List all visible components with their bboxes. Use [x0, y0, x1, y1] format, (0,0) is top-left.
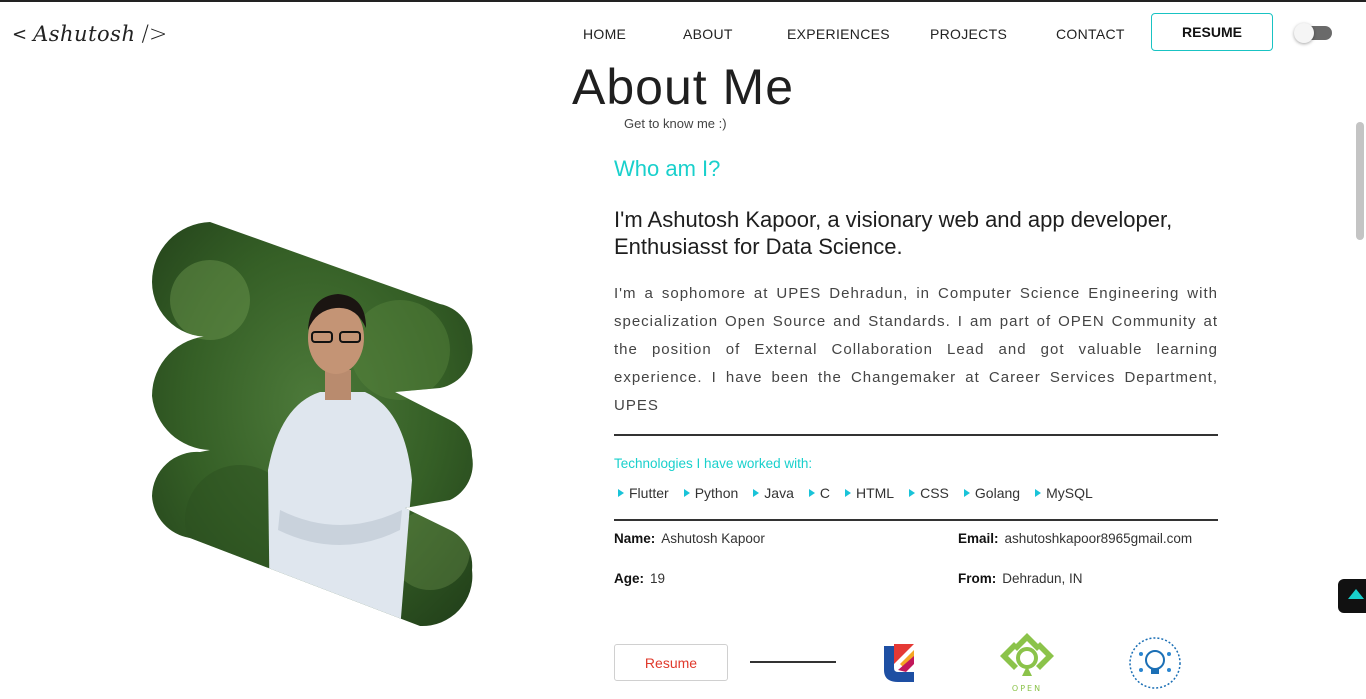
theme-toggle[interactable] — [1294, 23, 1332, 43]
page-subtitle: Get to know me :) — [624, 116, 727, 131]
info-age: Age: 19 — [614, 571, 666, 586]
tech-item: C — [805, 485, 830, 501]
logo-right-slash: /> — [141, 21, 168, 47]
bio-paragraph: I'm a sophomore at UPES Dehradun, in Com… — [614, 285, 1218, 414]
nav-home[interactable]: HOME — [583, 26, 626, 42]
divider — [614, 519, 1218, 521]
nav-about[interactable]: ABOUT — [683, 26, 733, 42]
divider — [614, 434, 1218, 436]
triangle-bullet-icon — [963, 488, 970, 497]
logo-name: Ashutosh — [33, 22, 136, 46]
info-email: Email: ashutoshkapoor8965gmail.com — [958, 531, 1193, 546]
resume-button[interactable]: Resume — [614, 644, 728, 681]
upes-logo — [884, 644, 914, 682]
navbar: < Ashutosh /> HOME ABOUT EXPERIENCES PRO… — [0, 2, 1366, 66]
tech-item: HTML — [841, 485, 894, 501]
lightbulb-logo — [1129, 637, 1181, 689]
tech-item: MySQL — [1031, 485, 1093, 501]
connector-line — [750, 661, 836, 663]
nav-experiences[interactable]: EXPERIENCES — [787, 26, 890, 42]
technologies-heading: Technologies I have worked with: — [614, 455, 813, 471]
nav-projects[interactable]: PROJECTS — [930, 26, 1007, 42]
scrollbar-thumb[interactable] — [1356, 122, 1364, 240]
who-am-i-heading: Who am I? — [614, 156, 721, 181]
tech-item: Flutter — [614, 485, 669, 501]
technologies-list: Flutter Python Java C HTML CSS Golang My… — [614, 485, 1218, 501]
arrow-up-icon — [1348, 589, 1364, 599]
logo-left-chevron: < — [12, 23, 28, 45]
info-name: Name: Ashutosh Kapoor — [614, 531, 765, 546]
triangle-bullet-icon — [618, 488, 624, 497]
tech-item: Python — [680, 485, 738, 501]
tech-item: CSS — [905, 485, 949, 501]
back-to-top-button[interactable] — [1338, 579, 1366, 613]
triangle-bullet-icon — [844, 488, 851, 497]
nav-contact[interactable]: CONTACT — [1056, 26, 1125, 42]
info-from: From: Dehradun, IN — [958, 571, 1083, 586]
tech-item: Java — [749, 485, 794, 501]
toggle-knob — [1294, 23, 1314, 43]
headline: I'm Ashutosh Kapoor, a visionary web and… — [614, 207, 1173, 259]
about-content: Who am I? I'm Ashutosh Kapoor, a visiona… — [614, 152, 1218, 501]
site-logo[interactable]: < Ashutosh /> — [12, 18, 167, 50]
triangle-bullet-icon — [909, 488, 916, 497]
profile-photo — [150, 220, 476, 630]
triangle-bullet-icon — [683, 488, 690, 497]
nav-resume-button[interactable]: RESUME — [1151, 13, 1273, 51]
tech-item: Golang — [960, 485, 1020, 501]
triangle-bullet-icon — [1035, 488, 1042, 497]
triangle-bullet-icon — [753, 488, 760, 497]
triangle-bullet-icon — [808, 488, 815, 497]
page-title: About Me — [571, 59, 794, 115]
open-community-logo: OPEN — [994, 630, 1060, 694]
